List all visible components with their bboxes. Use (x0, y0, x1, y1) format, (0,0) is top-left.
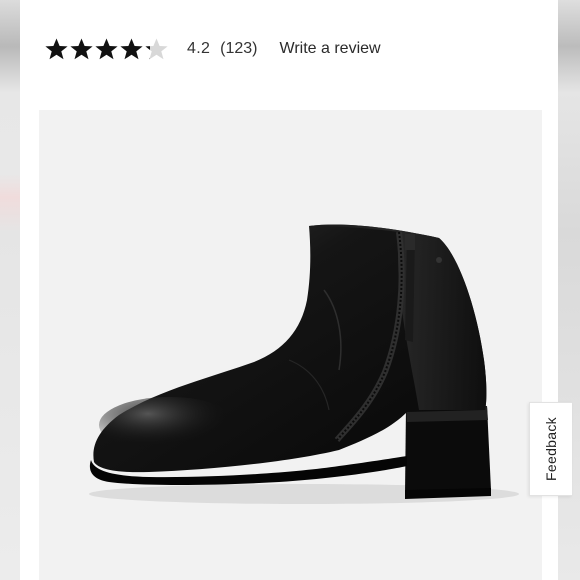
star-icon (145, 38, 168, 59)
rating-value: 4.2 (187, 40, 211, 57)
star-rating (44, 37, 169, 62)
feedback-tab[interactable]: Feedback (529, 402, 572, 496)
feedback-label: Feedback (543, 417, 560, 481)
background-left-edge (0, 0, 20, 580)
star-icon (120, 38, 143, 59)
write-review-link[interactable]: Write a review (280, 40, 381, 58)
star-icon (45, 38, 68, 59)
star-icon (70, 38, 93, 59)
product-panel: 4.2 (123) Write a review (20, 0, 558, 580)
rating-row: 4.2 (123) Write a review (44, 33, 381, 65)
product-image[interactable] (39, 110, 542, 580)
ankle-boot-image (89, 224, 519, 504)
star-icon (95, 38, 118, 59)
rating-count[interactable]: (123) (220, 40, 257, 58)
